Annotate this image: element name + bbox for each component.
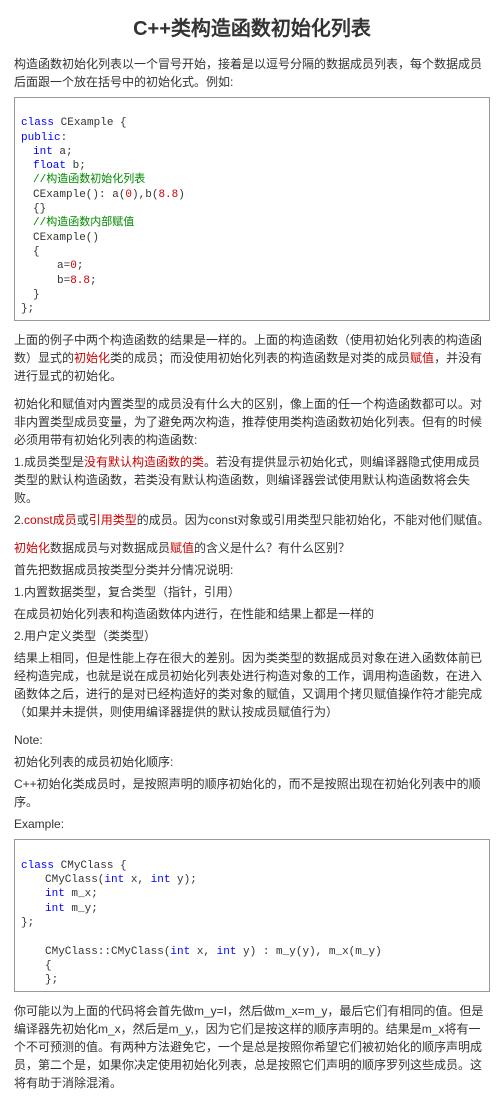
para: 1.内置数据类型，复合类型（指针，引用） [14, 583, 490, 601]
line: int a; [21, 146, 73, 158]
para: Example: [14, 815, 490, 833]
comment: //构造函数初始化列表 [21, 174, 145, 186]
para: 初始化和赋值对内置类型的成员没有什么大的区别，像上面的任一个构造函数都可以。对非… [14, 395, 490, 449]
line: class CMyClass { [21, 860, 127, 872]
line: }; [21, 917, 34, 929]
line: int m_y; [21, 903, 98, 915]
para: 在成员初始化列表和构造函数体内进行，在性能和结果上都是一样的 [14, 605, 490, 623]
line: class CExample { [21, 117, 127, 129]
para: 初始化数据成员与对数据成员赋值的含义是什么？有什么区别？ [14, 539, 490, 557]
line: a=0; [21, 260, 83, 272]
para: 2.const成员或引用类型的成员。因为const对象或引用类型只能初始化，不能… [14, 511, 490, 529]
code-block-1: class CExample { public: int a; float b;… [14, 97, 490, 321]
line: int m_x; [21, 888, 98, 900]
line: public: [21, 132, 67, 144]
page-title: C++类构造函数初始化列表 [14, 12, 490, 41]
code-block-2: class CMyClass { CMyClass(int x, int y);… [14, 839, 490, 992]
line: float b; [21, 160, 86, 172]
line: CMyClass(int x, int y); [21, 874, 197, 886]
para: 2.用户定义类型（类类型） [14, 627, 490, 645]
line: { [21, 246, 40, 258]
line: b=8.8; [21, 275, 97, 287]
line: { [21, 960, 52, 972]
line: } [21, 289, 40, 301]
line: }; [21, 974, 58, 986]
line: CMyClass::CMyClass(int x, int y) : m_y(y… [21, 946, 382, 958]
note-label: Note: [14, 731, 490, 749]
intro-text: 构造函数初始化列表以一个冒号开始，接着是以逗号分隔的数据成员列表，每个数据成员后… [14, 55, 490, 91]
para: 你可能以为上面的代码将会首先做m_y=I，然后做m_x=m_y，最后它们有相同的… [14, 1002, 490, 1092]
para: 初始化列表的成员初始化顺序: [14, 753, 490, 771]
line: CExample() [21, 232, 99, 244]
line: }; [21, 303, 34, 315]
para: 结果上相同，但是性能上存在很大的差别。因为类类型的数据成员对象在进入函数体前已经… [14, 649, 490, 721]
comment: //构造函数内部赋值 [21, 217, 134, 229]
para: 上面的例子中两个构造函数的结果是一样的。上面的构造函数（使用初始化列表的构造函数… [14, 331, 490, 385]
para: 首先把数据成员按类型分类并分情况说明: [14, 561, 490, 579]
para: C++初始化类成员时，是按照声明的顺序初始化的，而不是按照出现在初始化列表中的顺… [14, 775, 490, 811]
line: CExample(): a(0),b(8.8) [21, 189, 185, 201]
para: 1.成员类型是没有默认构造函数的类。若没有提供显示初始化式，则编译器隐式使用成员… [14, 453, 490, 507]
line: {} [21, 203, 46, 215]
